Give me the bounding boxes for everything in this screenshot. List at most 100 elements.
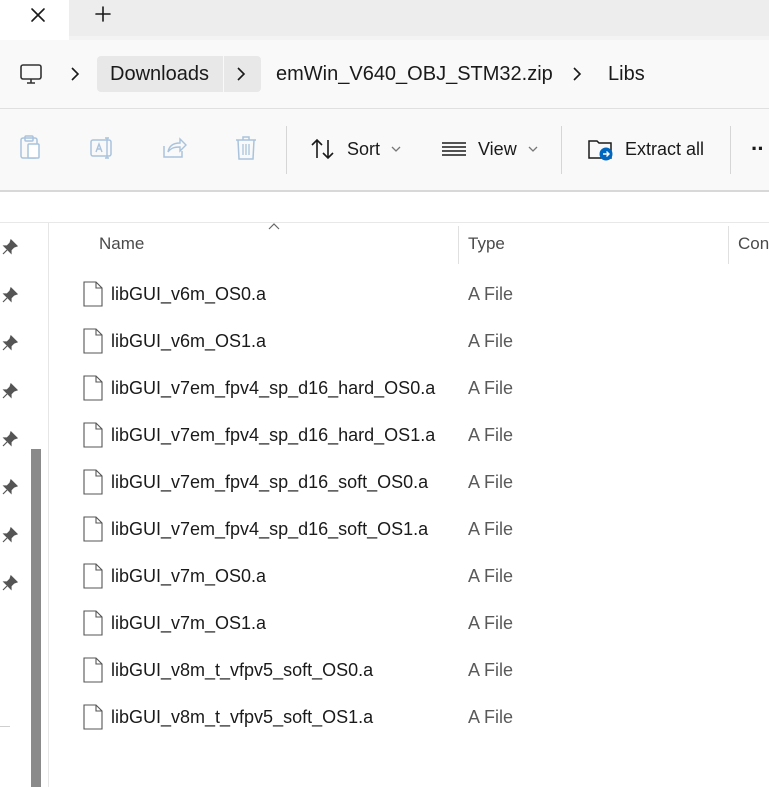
sort-ascending-icon xyxy=(268,223,280,230)
file-name: libGUI_v6m_OS0.a xyxy=(111,284,267,304)
file-icon xyxy=(83,610,103,636)
extract-all-button[interactable]: Extract all xyxy=(587,134,704,164)
breadcrumb-label: Libs xyxy=(608,62,645,85)
breadcrumb-zip[interactable]: emWin_V640_OBJ_STM32.zip xyxy=(276,56,553,92)
pin-icon[interactable] xyxy=(2,383,18,399)
file-row[interactable]: libGUI_v7em_fpv4_sp_d16_hard_OS0.a A Fil… xyxy=(50,366,769,412)
column-header-compressed[interactable]: Con xyxy=(738,234,769,256)
command-separator xyxy=(286,126,287,174)
share-button[interactable] xyxy=(160,134,188,162)
file-row[interactable]: libGUI_v6m_OS0.a A File xyxy=(50,272,769,318)
rename-button[interactable] xyxy=(88,134,116,162)
view-button[interactable]: View xyxy=(440,134,539,164)
extract-folder-icon xyxy=(588,140,613,161)
column-header-label: Type xyxy=(468,234,505,253)
paste-button[interactable] xyxy=(16,134,44,162)
delete-button[interactable] xyxy=(232,134,260,162)
file-type: A File xyxy=(468,378,514,398)
file-name: libGUI_v7em_fpv4_sp_d16_soft_OS0.a xyxy=(111,472,429,492)
pill-divider xyxy=(223,56,224,92)
chevron-down-icon xyxy=(528,146,538,152)
file-row[interactable]: libGUI_v7m_OS0.a A File xyxy=(50,554,769,600)
pin-icon[interactable] xyxy=(2,479,18,495)
breadcrumb-chevron-icon[interactable] xyxy=(570,56,584,92)
list-top-border xyxy=(0,222,769,223)
file-type: A File xyxy=(468,519,514,539)
chevron-right-icon xyxy=(71,67,80,81)
close-icon xyxy=(31,8,45,22)
file-icon xyxy=(83,563,103,589)
file-icon xyxy=(83,281,103,307)
more-options-button[interactable]: ·· xyxy=(751,134,765,164)
pin-icon[interactable] xyxy=(2,431,18,447)
file-type: A File xyxy=(468,660,514,680)
file-icon xyxy=(83,328,103,354)
column-header-label: Con xyxy=(738,234,769,253)
pin-icon[interactable] xyxy=(2,287,18,303)
this-pc-button[interactable] xyxy=(18,56,44,92)
file-icon xyxy=(83,657,103,683)
more-options-label: ·· xyxy=(751,136,765,161)
column-header-name[interactable]: Name xyxy=(99,234,144,256)
file-row[interactable]: libGUI_v8m_t_vfpv5_soft_OS0.a A File xyxy=(50,648,769,694)
command-bar-edge xyxy=(0,190,769,192)
breadcrumb-downloads[interactable]: Downloads xyxy=(97,56,261,92)
file-name: libGUI_v7m_OS0.a xyxy=(111,566,267,586)
sort-button[interactable]: Sort xyxy=(309,134,402,164)
tab-strip xyxy=(0,0,769,40)
command-separator xyxy=(730,126,731,174)
breadcrumb-chevron-icon[interactable] xyxy=(68,56,82,92)
file-type: A File xyxy=(468,284,514,304)
address-bar: Downloads emWin_V640_OBJ_STM32.zip Libs xyxy=(0,40,769,108)
file-row[interactable]: libGUI_v8m_t_vfpv5_soft_OS1.a A File xyxy=(50,695,769,741)
pane-splitter[interactable] xyxy=(48,222,49,787)
column-header-label: Name xyxy=(99,234,145,253)
chevron-down-icon xyxy=(391,146,401,152)
column-header-type[interactable]: Type xyxy=(468,234,505,256)
pin-icon[interactable] xyxy=(2,335,18,351)
file-name: libGUI_v8m_t_vfpv5_soft_OS0.a xyxy=(111,660,374,680)
file-name: libGUI_v7m_OS1.a xyxy=(111,613,267,633)
plus-icon xyxy=(95,6,111,22)
rename-icon xyxy=(90,137,112,159)
file-row[interactable]: libGUI_v7m_OS1.a A File xyxy=(50,601,769,647)
file-type: A File xyxy=(468,331,514,351)
pin-icon[interactable] xyxy=(2,527,18,543)
file-type: A File xyxy=(468,707,514,727)
file-type: A File xyxy=(468,472,514,492)
delete-icon xyxy=(236,136,256,160)
file-row[interactable]: libGUI_v7em_fpv4_sp_d16_hard_OS1.a A Fil… xyxy=(50,413,769,459)
extract-all-label: Extract all xyxy=(625,138,705,159)
breadcrumb-chevron-icon[interactable] xyxy=(234,65,248,89)
nav-divider-line xyxy=(0,726,10,727)
computer-icon xyxy=(20,64,42,84)
column-resize-handle[interactable] xyxy=(458,226,459,264)
file-row[interactable]: libGUI_v6m_OS1.a A File xyxy=(50,319,769,365)
clipboard-icon xyxy=(20,135,40,159)
file-row[interactable]: libGUI_v7em_fpv4_sp_d16_soft_OS0.a A Fil… xyxy=(50,460,769,506)
file-name: libGUI_v7em_fpv4_sp_d16_soft_OS1.a xyxy=(111,519,429,539)
sort-label: Sort xyxy=(347,138,381,159)
file-icon xyxy=(83,422,103,448)
share-icon xyxy=(163,137,187,158)
column-resize-handle[interactable] xyxy=(728,226,729,264)
file-icon xyxy=(83,516,103,542)
new-tab-button[interactable] xyxy=(88,0,118,28)
file-name: libGUI_v6m_OS1.a xyxy=(111,331,267,351)
pin-icon[interactable] xyxy=(2,575,18,591)
breadcrumb-libs[interactable]: Libs xyxy=(608,56,645,92)
file-type: A File xyxy=(468,613,514,633)
file-icon xyxy=(83,375,103,401)
navigation-scrollbar[interactable] xyxy=(31,449,41,787)
breadcrumb-label: Downloads xyxy=(110,62,209,85)
close-tab-button[interactable] xyxy=(24,1,52,29)
file-type: A File xyxy=(468,425,514,445)
file-name: libGUI_v8m_t_vfpv5_soft_OS1.a xyxy=(111,707,374,727)
active-tab[interactable] xyxy=(0,0,69,40)
file-icon xyxy=(83,704,103,730)
view-icon xyxy=(442,142,466,156)
pin-icon[interactable] xyxy=(2,239,18,255)
file-row[interactable]: libGUI_v7em_fpv4_sp_d16_soft_OS1.a A Fil… xyxy=(50,507,769,553)
file-name: libGUI_v7em_fpv4_sp_d16_hard_OS0.a xyxy=(111,378,436,398)
file-name: libGUI_v7em_fpv4_sp_d16_hard_OS1.a xyxy=(111,425,436,445)
